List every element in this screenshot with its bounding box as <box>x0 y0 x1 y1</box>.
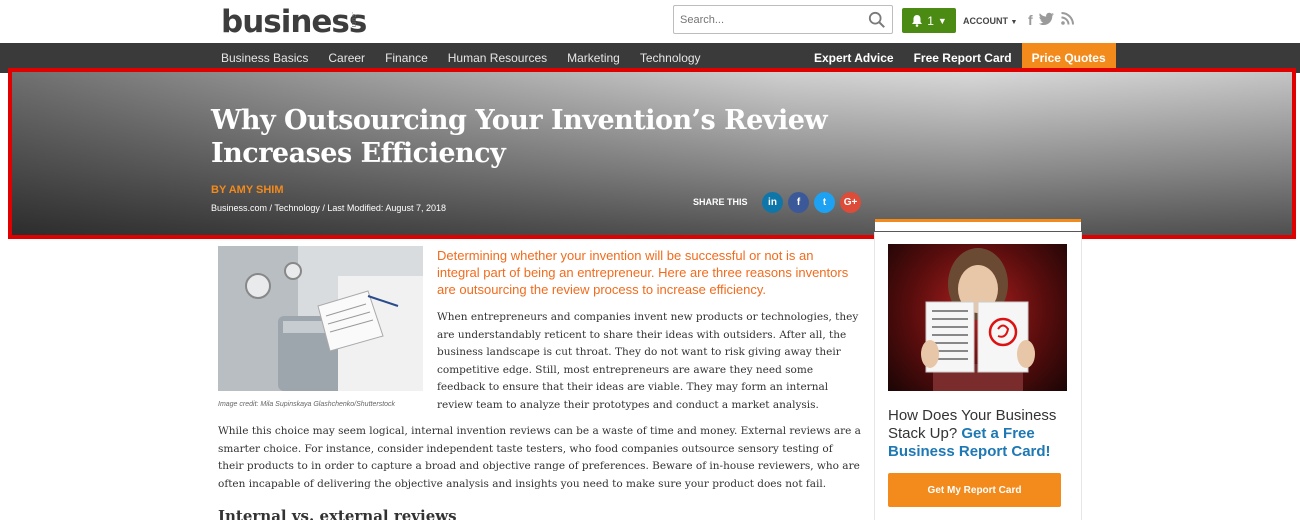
caret-down-icon: ▼ <box>1010 19 1018 26</box>
share-buttons: in f t G+ <box>762 192 861 213</box>
facebook-share-icon[interactable]: f <box>788 192 809 213</box>
article-author[interactable]: BY AMY SHIM <box>211 184 284 196</box>
report-card-illustration <box>921 248 1035 391</box>
account-menu[interactable]: ACCOUNT ▼ <box>963 16 1017 26</box>
search-box <box>673 5 893 34</box>
rss-icon[interactable] <box>1060 12 1074 25</box>
notification-count: 1 <box>927 13 934 28</box>
article-image <box>218 246 423 391</box>
article-paragraph-1: When entrepreneurs and companies invent … <box>437 311 859 411</box>
search-icon[interactable] <box>868 11 886 29</box>
article-lede: Determining whether your invention will … <box>437 248 849 297</box>
facebook-icon[interactable]: f <box>1028 12 1033 28</box>
bell-icon <box>912 15 923 27</box>
logo-suffix: .com <box>350 12 357 28</box>
sidebar-promo-text: How Does Your Business Stack Up? Get a F… <box>888 407 1068 461</box>
article-breadcrumb-meta: Business.com / Technology / Last Modifie… <box>211 203 446 213</box>
sidebar-ad-image[interactable] <box>888 244 1067 391</box>
twitter-share-icon[interactable]: t <box>814 192 835 213</box>
linkedin-icon[interactable]: in <box>762 192 783 213</box>
article-subheading: Internal vs. external reviews <box>218 507 457 520</box>
account-label: ACCOUNT <box>963 16 1008 26</box>
article-hero: Why Outsourcing Your Invention’s Review … <box>8 68 1296 239</box>
title-line-2: Increases Efficiency <box>211 138 506 169</box>
lab-scene-illustration <box>218 246 423 391</box>
article-title: Why Outsourcing Your Invention’s Review … <box>211 104 851 170</box>
search-input[interactable] <box>674 6 854 33</box>
image-caption: Image credit: Mila Supinskaya Glashchenk… <box>218 401 396 408</box>
article-paragraph-2: While this choice may seem logical, inte… <box>218 425 861 490</box>
chevron-down-icon: ▼ <box>937 15 947 26</box>
google-plus-icon[interactable]: G+ <box>840 192 861 213</box>
sidebar-top-tab <box>875 219 1081 231</box>
notification-button[interactable]: 1 ▼ <box>902 8 956 33</box>
top-header: business .com 1 ▼ ACCOUNT ▼ f <box>0 0 1300 43</box>
share-label: SHARE THIS <box>693 197 748 207</box>
title-line-1: Why Outsourcing Your Invention’s Review <box>211 105 828 136</box>
social-links: f <box>1028 12 1074 28</box>
site-logo[interactable]: business <box>221 4 367 40</box>
get-report-card-button[interactable]: Get My Report Card <box>888 473 1061 507</box>
twitter-icon[interactable] <box>1038 12 1055 26</box>
